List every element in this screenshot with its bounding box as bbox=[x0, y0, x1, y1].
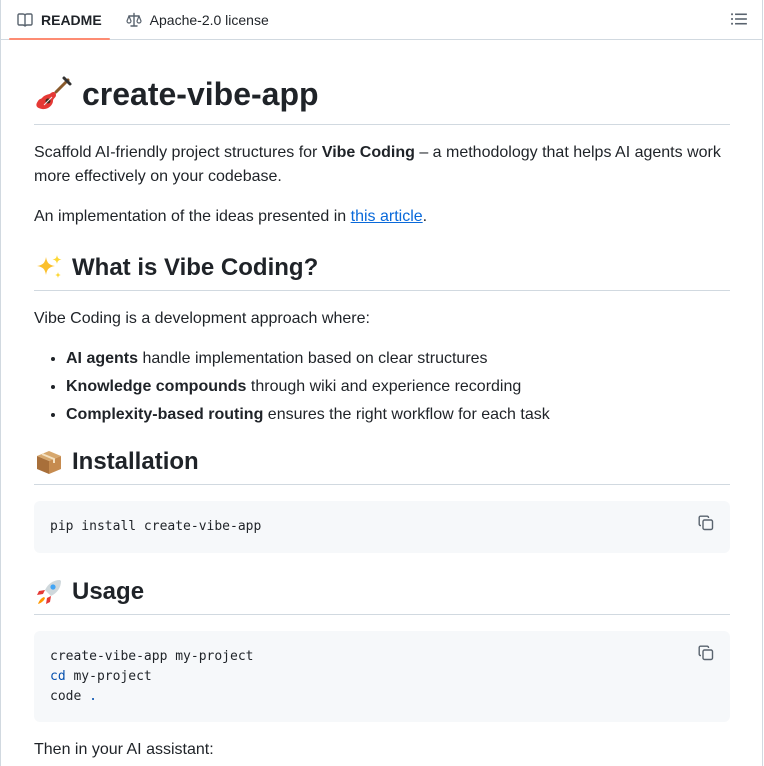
implementation-paragraph: An implementation of the ideas presented… bbox=[34, 205, 730, 229]
package-emoji bbox=[37, 451, 61, 474]
article-link[interactable]: this article bbox=[351, 208, 423, 225]
rocket-emoji bbox=[37, 580, 61, 604]
features-list: AI agents handle implementation based on… bbox=[34, 347, 730, 427]
list-item-bold: AI agents bbox=[66, 350, 139, 367]
list-item-bold: Knowledge compounds bbox=[66, 378, 247, 395]
usage-heading-text: Usage bbox=[72, 578, 145, 605]
code-text: my-project bbox=[65, 669, 152, 684]
what-heading-text: What is Vibe Coding? bbox=[72, 254, 319, 281]
readme-panel: README Apache-2.0 license create-vibe-ap… bbox=[0, 0, 763, 766]
implementation-text: An implementation of the ideas presented… bbox=[34, 208, 351, 225]
scale-icon bbox=[126, 12, 142, 27]
usage-heading: Usage bbox=[34, 577, 730, 615]
list-item: Complexity-based routing ensures the rig… bbox=[66, 403, 730, 427]
tab-bar: README Apache-2.0 license bbox=[1, 0, 762, 40]
list-item-bold: Complexity-based routing bbox=[66, 406, 264, 423]
what-lead: Vibe Coding is a development approach wh… bbox=[34, 310, 370, 327]
page-title: create-vibe-app bbox=[34, 74, 730, 125]
book-icon bbox=[17, 12, 33, 27]
list-item-text: handle implementation based on clear str… bbox=[138, 350, 488, 367]
usage-code-block: create-vibe-app my-project cd my-project… bbox=[34, 631, 730, 722]
guitar-emoji bbox=[36, 76, 72, 110]
code-keyword: cd bbox=[50, 669, 66, 684]
code-keyword: . bbox=[81, 689, 97, 704]
installation-heading-text: Installation bbox=[72, 448, 199, 475]
tab-readme[interactable]: README bbox=[1, 0, 110, 40]
readme-content: create-vibe-app Scaffold AI-friendly pro… bbox=[1, 74, 762, 762]
list-icon[interactable] bbox=[730, 10, 748, 28]
intro-bold: Vibe Coding bbox=[321, 144, 415, 161]
copy-icon[interactable] bbox=[698, 515, 714, 531]
what-heading: What is Vibe Coding? bbox=[34, 253, 730, 291]
install-code-block: pip install create-vibe-app bbox=[34, 501, 730, 553]
tab-license-label: Apache-2.0 license bbox=[149, 11, 269, 28]
tab-readme-label: README bbox=[41, 11, 102, 28]
list-item-text: ensures the right workflow for each task bbox=[263, 406, 550, 423]
installation-heading: Installation bbox=[34, 447, 730, 485]
usage-line-1: create-vibe-app my-project bbox=[50, 649, 254, 664]
list-item: AI agents handle implementation based on… bbox=[66, 347, 730, 371]
intro-paragraph: Scaffold AI-friendly project structures … bbox=[34, 141, 730, 189]
page-title-text: create-vibe-app bbox=[82, 76, 319, 112]
list-item: Knowledge compounds through wiki and exp… bbox=[66, 375, 730, 399]
code-text: code bbox=[50, 689, 82, 704]
usage-line-3: code . bbox=[50, 687, 714, 707]
implementation-period: . bbox=[422, 208, 428, 225]
usage-line-2: cd my-project bbox=[50, 667, 714, 687]
install-command: pip install create-vibe-app bbox=[50, 519, 262, 534]
then-text: Then in your AI assistant: bbox=[34, 741, 214, 758]
copy-icon[interactable] bbox=[698, 645, 714, 661]
list-item-text: through wiki and experience recording bbox=[246, 378, 522, 395]
tab-license[interactable]: Apache-2.0 license bbox=[110, 0, 277, 39]
sparkles-emoji bbox=[37, 255, 62, 278]
intro-text: Scaffold AI-friendly project structures … bbox=[34, 144, 322, 161]
